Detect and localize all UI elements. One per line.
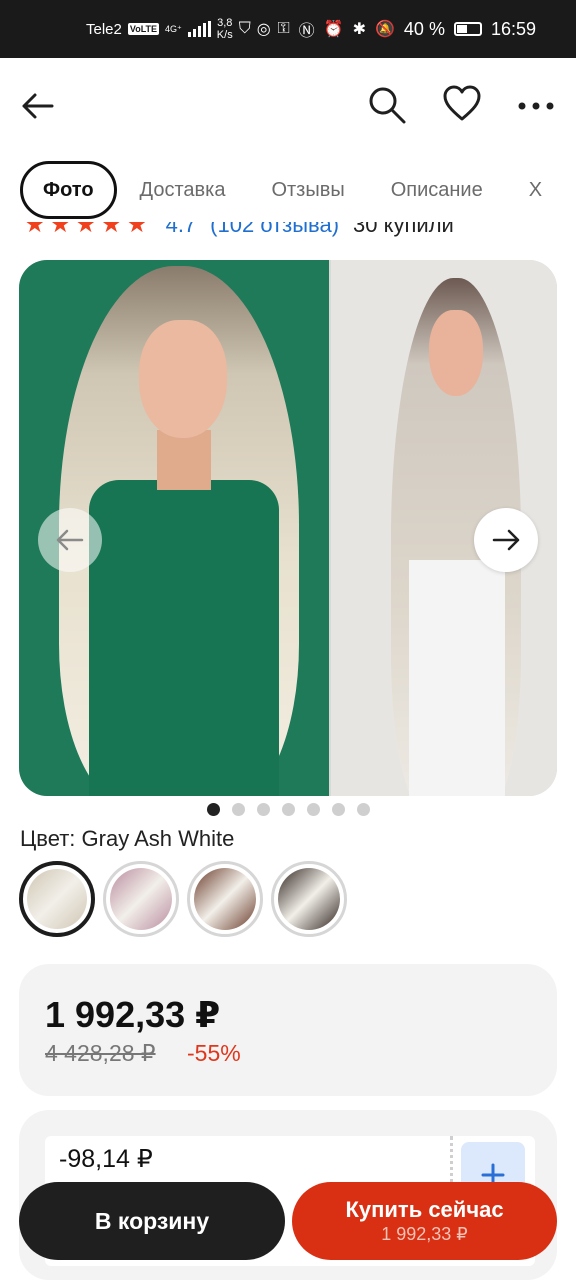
pagination-dot[interactable] (331, 803, 345, 816)
swatch-gray-ash-white[interactable] (19, 861, 95, 937)
more-button[interactable] (516, 86, 556, 126)
gallery-next-button[interactable] (474, 508, 538, 572)
buy-now-label: Купить сейчас (345, 1197, 504, 1222)
buy-now-price: 1 992,33 ₽ (381, 1224, 468, 1244)
search-icon (369, 87, 406, 124)
carrier-label: Tele2 (86, 20, 122, 38)
pagination-dot[interactable] (356, 803, 370, 816)
tab-delivery[interactable]: Доставка (117, 179, 249, 202)
swatch-thumb (110, 868, 172, 930)
reviews-link[interactable]: (102 отзыва) (210, 222, 339, 238)
arrow-right-icon (492, 529, 520, 551)
speed-unit: K/s (216, 29, 233, 41)
heart-icon (443, 85, 481, 121)
battery-percent: 40 % (403, 18, 445, 39)
color-label: Цвет: Gray Ash White (20, 826, 235, 851)
tab-description[interactable]: Описание (368, 179, 506, 202)
app-bar (0, 58, 576, 152)
rating-row: ★★★★★ 4.7 (102 отзыва) 30 купили (0, 222, 576, 244)
speed-value: 3,8 (217, 17, 233, 29)
add-to-cart-button[interactable]: В корзину (19, 1182, 285, 1260)
tab-photo[interactable]: Фото (20, 161, 117, 219)
nfc-icon: Ⓝ (298, 23, 315, 40)
pagination-dot[interactable] (206, 803, 220, 816)
rating-stars-icon: ★★★★★ (24, 222, 152, 238)
buy-now-button[interactable]: Купить сейчас 1 992,33 ₽ (292, 1182, 557, 1260)
old-price: 4 428,28 ₽ (45, 1040, 156, 1066)
price-card: 1 992,33 ₽ 4 428,28 ₽ -55% (19, 964, 557, 1096)
alarm-icon: ⏰ (323, 21, 344, 38)
pagination-dot[interactable] (231, 803, 245, 816)
back-button[interactable] (18, 86, 58, 126)
color-swatches (19, 861, 347, 937)
bought-count: 30 купили (353, 222, 454, 237)
pagination-dot[interactable] (306, 803, 320, 816)
tab-specs[interactable]: Х (506, 179, 565, 202)
section-tabs: Фото Доставка Отзывы Описание Х (0, 158, 576, 222)
eye-icon: ◎ (256, 21, 271, 38)
discount-badge: -55% (187, 1040, 241, 1066)
rating-value[interactable]: 4.7 (166, 222, 197, 238)
key-icon: ⚿ (277, 20, 290, 37)
swatch-brown[interactable] (187, 861, 263, 937)
signal-icon (187, 21, 211, 37)
bluetooth-icon: ✱ (352, 21, 366, 38)
favorite-button[interactable] (442, 84, 482, 124)
arrow-left-icon (22, 93, 54, 119)
swatch-dark-brown[interactable] (271, 861, 347, 937)
status-bar: Tele2 VoLTE 4G⁺ 3,8 K/s ⛉ ◎ ⚿ Ⓝ ⏰ ✱ 🔕 40… (0, 0, 576, 58)
pagination-dot[interactable] (281, 803, 295, 816)
arrow-left-icon (56, 529, 84, 551)
pagination-dot[interactable] (256, 803, 270, 816)
mute-icon: 🔕 (375, 21, 395, 38)
swatch-thumb (194, 868, 256, 930)
gallery-prev-button[interactable] (38, 508, 102, 572)
network-speed: 3,8 K/s (217, 17, 233, 41)
tab-reviews[interactable]: Отзывы (248, 179, 367, 202)
battery-icon (453, 22, 482, 36)
more-dots-icon (518, 102, 554, 110)
coupon-value: -98,14 ₽ (59, 1145, 153, 1173)
clock: 16:59 (490, 18, 536, 39)
search-button[interactable] (366, 84, 408, 126)
swatch-thumb (278, 868, 340, 930)
current-price: 1 992,33 ₽ (45, 994, 221, 1035)
shield-icon: ⛉ (238, 20, 251, 37)
swatch-pink[interactable] (103, 861, 179, 937)
swatch-thumb (27, 869, 87, 929)
gallery-pagination (0, 803, 576, 817)
volte-badge: VoLTE (127, 23, 160, 35)
network-type: 4G⁺ (165, 23, 182, 34)
